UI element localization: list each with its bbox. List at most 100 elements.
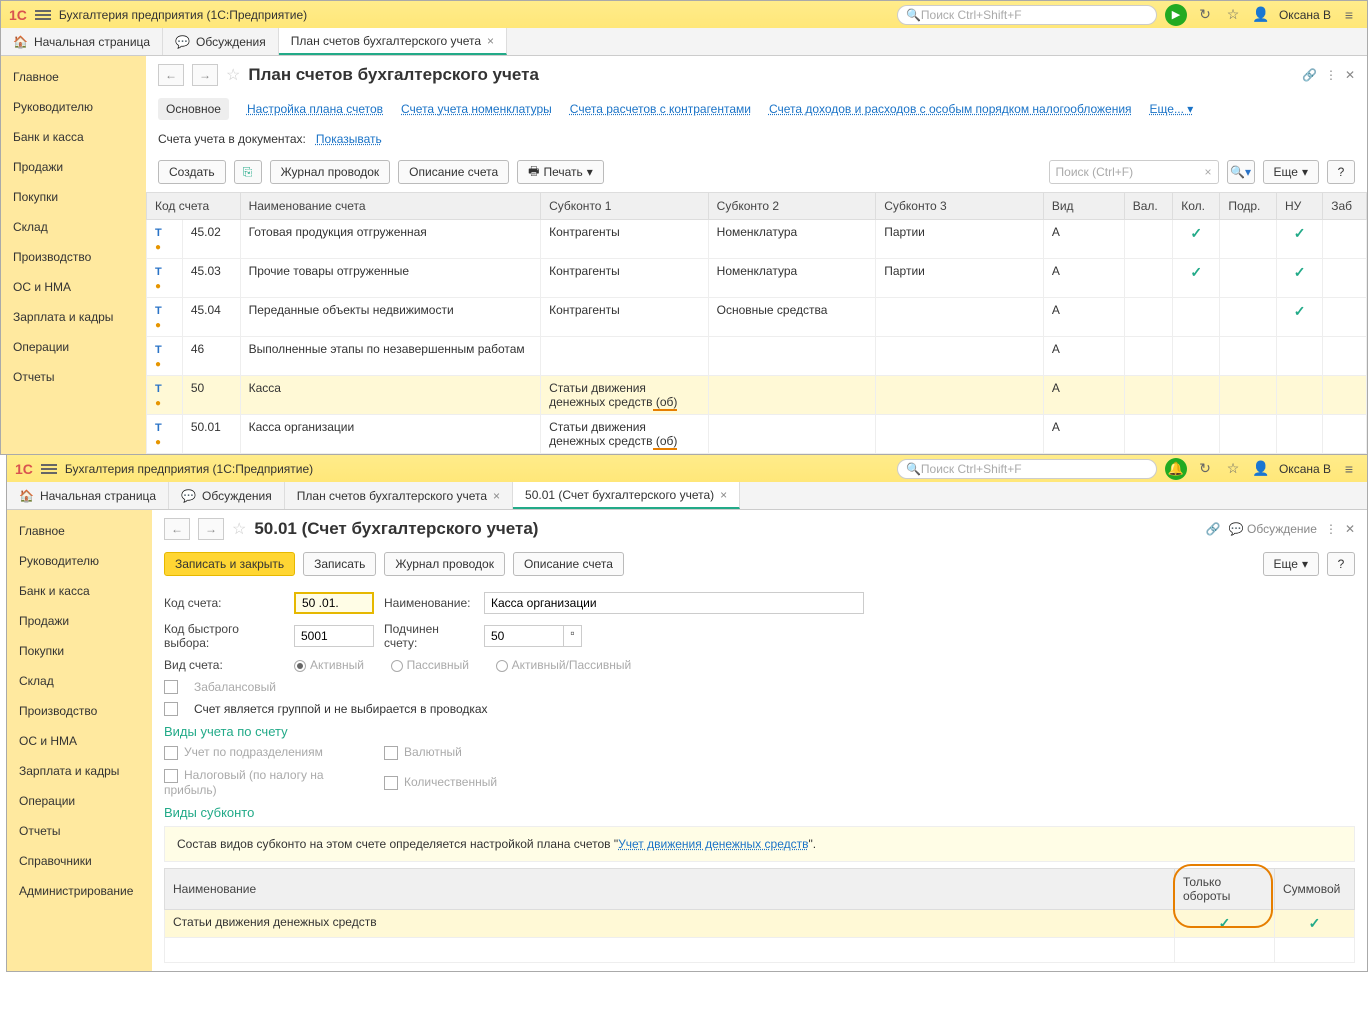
sidebar-item[interactable]: Отчеты: [1, 362, 146, 392]
help-button[interactable]: ?: [1327, 160, 1355, 184]
back-button[interactable]: ←: [158, 64, 184, 86]
clear-icon[interactable]: ×: [1205, 165, 1212, 179]
tab-plan[interactable]: План счетов бухгалтерского учета ×: [279, 28, 507, 55]
sidebar-item[interactable]: Операции: [1, 332, 146, 362]
subnav-settings[interactable]: Настройка плана счетов: [247, 102, 383, 116]
copy-button[interactable]: ⎘: [234, 160, 262, 184]
tab-account[interactable]: 50.01 (Счет бухгалтерского учета) ×: [513, 482, 740, 509]
table-row[interactable]: ●46Выполненные этапы по незавершенным ра…: [147, 337, 1367, 376]
sidebar-item[interactable]: Главное: [7, 516, 152, 546]
sidebar-item[interactable]: Зарплата и кадры: [1, 302, 146, 332]
fast-field[interactable]: [294, 625, 374, 647]
kebab-icon[interactable]: ⋮: [1325, 522, 1337, 536]
table-row[interactable]: ●45.02Готовая продукция отгруженнаяКонтр…: [147, 220, 1367, 259]
journal-button[interactable]: Журнал проводок: [270, 160, 391, 184]
info-link[interactable]: Учет движения денежных средств: [618, 837, 808, 851]
sidebar-item[interactable]: Производство: [1, 242, 146, 272]
save-button[interactable]: Записать: [303, 552, 376, 576]
save-close-button[interactable]: Записать и закрыть: [164, 552, 295, 576]
sidebar-item[interactable]: Администрирование: [7, 876, 152, 906]
table-search[interactable]: Поиск (Ctrl+F)×: [1049, 160, 1219, 184]
sidebar-item[interactable]: Руководителю: [7, 546, 152, 576]
col-kol[interactable]: Кол.: [1173, 193, 1220, 220]
help-button[interactable]: ?: [1327, 552, 1355, 576]
history-icon[interactable]: ↻: [1195, 459, 1215, 479]
menu-icon[interactable]: [35, 10, 51, 20]
sidebar-item[interactable]: Отчеты: [7, 816, 152, 846]
table-row[interactable]: ●45.04Переданные объекты недвижимостиКон…: [147, 298, 1367, 337]
tab-discussions[interactable]: 💬 Обсуждения: [169, 482, 285, 509]
run-icon[interactable]: ▶: [1165, 4, 1187, 26]
star-icon[interactable]: ☆: [1223, 5, 1243, 25]
forward-button[interactable]: →: [198, 518, 224, 540]
more-button[interactable]: Еще ▾: [1263, 552, 1319, 576]
back-button[interactable]: ←: [164, 518, 190, 540]
docs-link[interactable]: Показывать: [316, 132, 382, 146]
open-parent-icon[interactable]: ▫: [564, 625, 582, 647]
sidebar-item[interactable]: Банк и касса: [1, 122, 146, 152]
filter-button[interactable]: 🔍▾: [1227, 160, 1255, 184]
kebab-icon[interactable]: ⋮: [1325, 68, 1337, 82]
user-icon[interactable]: 👤: [1251, 459, 1271, 479]
sidebar-item[interactable]: Операции: [7, 786, 152, 816]
sidebar-item[interactable]: Покупки: [1, 182, 146, 212]
subnav-income[interactable]: Счета доходов и расходов с особым порядк…: [769, 102, 1132, 116]
subnav-contractors[interactable]: Счета расчетов с контрагентами: [570, 102, 751, 116]
sidebar-item[interactable]: Производство: [7, 696, 152, 726]
subcol-sum[interactable]: Суммовой: [1275, 868, 1355, 909]
tab-home[interactable]: 🏠 Начальная страница: [7, 482, 169, 509]
col-code[interactable]: Код счета: [147, 193, 241, 220]
sidebar-item[interactable]: Продажи: [7, 606, 152, 636]
more-button[interactable]: Еще ▾: [1263, 160, 1319, 184]
star-icon[interactable]: ☆: [1223, 459, 1243, 479]
code-field[interactable]: [294, 592, 374, 614]
sidebar-item[interactable]: Зарплата и кадры: [7, 756, 152, 786]
cb-group[interactable]: [164, 702, 178, 716]
sidebar-item[interactable]: Покупки: [7, 636, 152, 666]
subcol-name[interactable]: Наименование: [165, 868, 1175, 909]
create-button[interactable]: Создать: [158, 160, 226, 184]
link-icon[interactable]: 🔗: [1302, 68, 1317, 82]
sidebar-item[interactable]: Склад: [1, 212, 146, 242]
link-icon[interactable]: 🔗: [1206, 522, 1221, 536]
sidebar-item[interactable]: Банк и касса: [7, 576, 152, 606]
subcol-ob[interactable]: Только обороты: [1175, 868, 1275, 909]
col-s1[interactable]: Субконто 1: [541, 193, 709, 220]
subnav-main[interactable]: Основное: [158, 98, 229, 120]
desc-button[interactable]: Описание счета: [513, 552, 624, 576]
col-val[interactable]: Вал.: [1124, 193, 1173, 220]
col-nu[interactable]: НУ: [1277, 193, 1323, 220]
close-page-icon[interactable]: ✕: [1345, 522, 1355, 536]
close-icon[interactable]: ×: [487, 34, 494, 48]
sidebar-item[interactable]: ОС и НМА: [7, 726, 152, 756]
close-page-icon[interactable]: ✕: [1345, 68, 1355, 82]
search-input[interactable]: 🔍 Поиск Ctrl+Shift+F: [897, 5, 1157, 25]
col-zab[interactable]: Заб: [1323, 193, 1367, 220]
fav-icon[interactable]: ☆: [232, 519, 246, 539]
print-button[interactable]: 🖶 Печать ▾: [517, 160, 604, 184]
col-s2[interactable]: Субконто 2: [708, 193, 876, 220]
sidebar-item[interactable]: Продажи: [1, 152, 146, 182]
parent-field[interactable]: [484, 625, 564, 647]
name-field[interactable]: [484, 592, 864, 614]
disc-button[interactable]: 💬 Обсуждение: [1229, 522, 1317, 536]
forward-button[interactable]: →: [192, 64, 218, 86]
table-row[interactable]: ●50КассаСтатьи движения денежных средств…: [147, 376, 1367, 415]
close-icon[interactable]: ×: [720, 488, 727, 502]
menu-icon[interactable]: [41, 464, 57, 474]
more-icon[interactable]: ≡: [1339, 5, 1359, 25]
sidebar-item[interactable]: Справочники: [7, 846, 152, 876]
subnav-more[interactable]: Еще... ▾: [1150, 102, 1194, 116]
col-s3[interactable]: Субконто 3: [876, 193, 1044, 220]
col-podr[interactable]: Подр.: [1220, 193, 1277, 220]
fav-icon[interactable]: ☆: [226, 65, 240, 85]
tab-home[interactable]: 🏠 Начальная страница: [1, 28, 163, 55]
col-vid[interactable]: Вид: [1043, 193, 1124, 220]
journal-button[interactable]: Журнал проводок: [384, 552, 505, 576]
close-icon[interactable]: ×: [493, 489, 500, 503]
subkonto-row[interactable]: Статьи движения денежных средств ✓ ✓: [165, 909, 1355, 937]
sidebar-item[interactable]: Главное: [1, 62, 146, 92]
desc-button[interactable]: Описание счета: [398, 160, 509, 184]
sidebar-item[interactable]: Склад: [7, 666, 152, 696]
tab-plan[interactable]: План счетов бухгалтерского учета ×: [285, 482, 513, 509]
